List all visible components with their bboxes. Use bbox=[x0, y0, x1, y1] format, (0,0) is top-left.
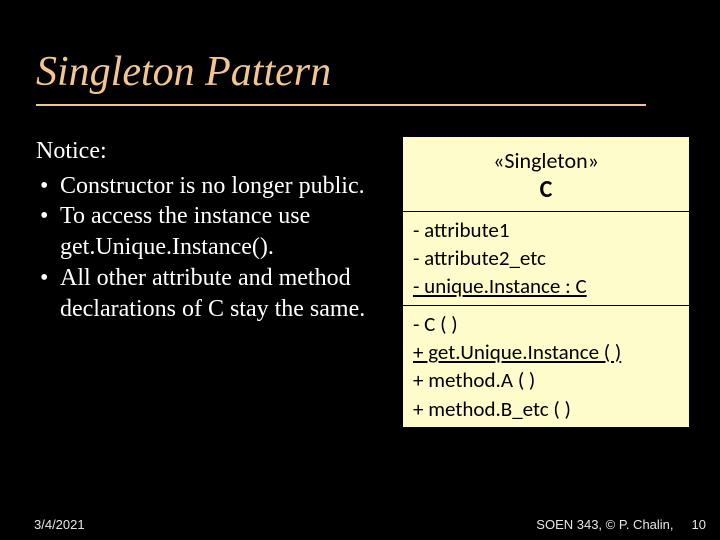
uml-classname: C bbox=[413, 175, 679, 205]
uml-attribute: - attribute1 bbox=[413, 216, 679, 244]
uml-operation: - C ( ) bbox=[413, 310, 679, 338]
title-block: Singleton Pattern bbox=[0, 0, 720, 96]
uml-class-box: «Singleton» C - attribute1 - attribute2_… bbox=[402, 136, 690, 428]
uml-operation-static: + get.Unique.Instance ( ) bbox=[413, 338, 679, 366]
footer-right: SOEN 343, © P. Chalin, 10 bbox=[536, 517, 706, 532]
slide-footer: 3/4/2021 SOEN 343, © P. Chalin, 10 bbox=[0, 517, 720, 532]
footer-page: 10 bbox=[692, 517, 706, 532]
bullet-list: Constructor is no longer public. To acce… bbox=[36, 171, 386, 325]
slide: Singleton Pattern Notice: Constructor is… bbox=[0, 0, 720, 540]
uml-attribute: - attribute2_etc bbox=[413, 244, 679, 272]
slide-title: Singleton Pattern bbox=[36, 48, 720, 96]
footer-course: SOEN 343, © P. Chalin, bbox=[536, 517, 673, 532]
slide-body: Notice: Constructor is no longer public.… bbox=[0, 106, 720, 428]
list-item: Constructor is no longer public. bbox=[36, 171, 386, 202]
list-item: All other attribute and method declarati… bbox=[36, 263, 386, 324]
notice-label: Notice: bbox=[36, 136, 386, 167]
uml-stereotype: «Singleton» bbox=[413, 147, 679, 175]
uml-attributes: - attribute1 - attribute2_etc - unique.I… bbox=[403, 212, 689, 306]
uml-operation: + method.A ( ) bbox=[413, 366, 679, 394]
uml-operations: - C ( ) + get.Unique.Instance ( ) + meth… bbox=[403, 306, 689, 427]
footer-date: 3/4/2021 bbox=[34, 517, 85, 532]
uml-operation: + method.B_etc ( ) bbox=[413, 395, 679, 423]
body-text: Notice: Constructor is no longer public.… bbox=[36, 136, 386, 428]
list-item: To access the instance use get.Unique.In… bbox=[36, 201, 386, 262]
uml-attribute-static: - unique.Instance : C bbox=[413, 272, 679, 300]
uml-header: «Singleton» C bbox=[403, 137, 689, 212]
